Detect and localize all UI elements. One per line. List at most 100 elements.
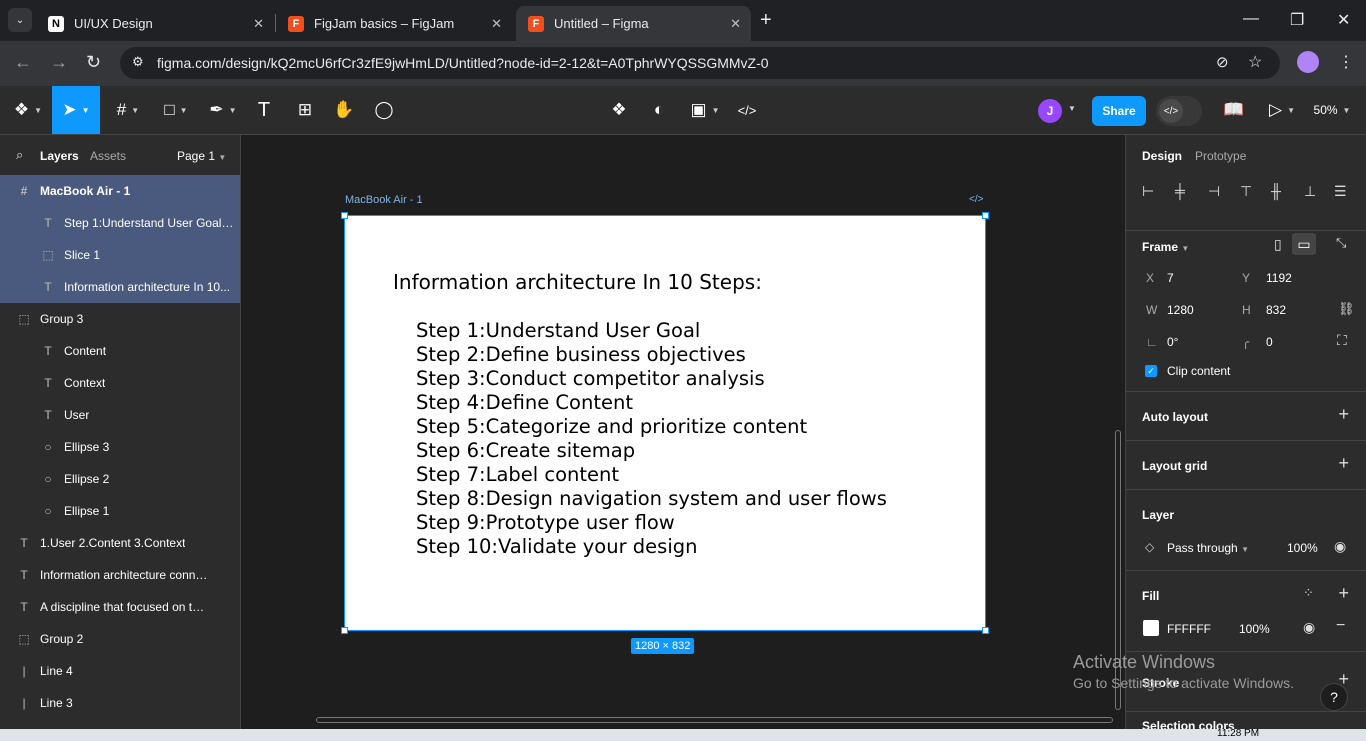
page-selector[interactable]: Page 1 ▼ <box>177 149 226 163</box>
step-text[interactable]: Step 6:Create sitemap <box>416 439 635 462</box>
distribute-icon[interactable]: ☰ <box>1334 183 1347 200</box>
frame-heading[interactable]: Information architecture In 10 Steps: <box>393 270 762 294</box>
code-icon[interactable]: </> <box>969 194 983 205</box>
step-text[interactable]: Step 2:Define business objectives <box>416 343 746 366</box>
align-top-icon[interactable]: ⊤ <box>1240 183 1252 200</box>
move-tool-button[interactable]: ➤ ▼ <box>52 86 100 134</box>
step-text[interactable]: Step 3:Conduct competitor analysis <box>416 367 765 390</box>
site-info-icon[interactable]: ⚙ <box>132 54 144 70</box>
layer-item[interactable]: ○ Ellipse 2 <box>0 463 240 495</box>
layer-item[interactable]: ⬚ Slice 1 <box>0 239 240 271</box>
back-icon[interactable]: ← <box>14 52 32 73</box>
add-fill-icon[interactable]: + <box>1338 583 1349 604</box>
align-middle-icon[interactable]: ╫ <box>1271 183 1281 199</box>
layer-item[interactable]: T Information architecture connects ... <box>0 559 240 591</box>
profile-avatar[interactable] <box>1297 51 1319 73</box>
radius-field[interactable]: 0 <box>1266 335 1273 349</box>
dev-mode-toggle[interactable]: </> <box>1156 96 1202 126</box>
x-field[interactable]: 7 <box>1167 271 1174 285</box>
eye-icon[interactable]: ◉ <box>1334 538 1346 555</box>
main-menu-button[interactable]: ❖ ▼ <box>8 86 48 134</box>
close-icon[interactable]: ✕ <box>730 16 741 32</box>
url-text[interactable]: figma.com/design/kQ2mcU6rfCr3zfE9jwHmLD/… <box>157 55 769 71</box>
width-field[interactable]: 1280 <box>1167 303 1194 317</box>
layer-item[interactable]: T A discipline that focused on the or... <box>0 591 240 623</box>
tab-assets[interactable]: Assets <box>90 149 126 163</box>
remove-fill-icon[interactable]: − <box>1336 617 1345 635</box>
constrain-proportions-icon[interactable]: ⛓ <box>1338 301 1355 317</box>
layer-item[interactable]: T Context <box>0 367 240 399</box>
resize-handle[interactable] <box>341 212 348 219</box>
browser-tab[interactable]: F FigJam basics – FigJam ✕ <box>276 6 512 41</box>
tab-layers[interactable]: Layers <box>40 149 79 163</box>
hand-tool-button[interactable]: ✋ <box>330 86 358 134</box>
horizontal-scrollbar[interactable] <box>316 717 1113 723</box>
align-right-icon[interactable]: ⊣ <box>1208 183 1220 200</box>
forward-icon[interactable]: → <box>50 52 68 73</box>
minimize-icon[interactable]: — <box>1243 10 1259 28</box>
resize-to-fit-icon[interactable]: ⤡ <box>1336 235 1346 251</box>
align-left-icon[interactable]: ⊢ <box>1142 183 1154 200</box>
frame-tool-button[interactable]: # ▼ <box>108 86 148 134</box>
y-field[interactable]: 1192 <box>1266 271 1292 285</box>
layer-item[interactable]: ○ Ellipse 3 <box>0 431 240 463</box>
reload-icon[interactable]: ↻ <box>86 52 101 73</box>
step-text[interactable]: Step 5:Categorize and prioritize content <box>416 415 807 438</box>
step-text[interactable]: Step 8:Design navigation system and user… <box>416 487 887 510</box>
text-tool-button[interactable]: T <box>250 86 278 134</box>
resize-handle[interactable] <box>341 627 348 634</box>
layer-item[interactable]: T Content <box>0 335 240 367</box>
new-tab-icon[interactable]: + <box>760 9 772 32</box>
landscape-icon[interactable]: ▭ <box>1292 233 1316 255</box>
zoom-menu[interactable]: 50% ▼ <box>1308 86 1356 134</box>
layer-item[interactable]: # MacBook Air - 1 <box>0 175 240 207</box>
mask-button[interactable]: ◐ <box>646 86 672 134</box>
layer-item[interactable]: ⬚ Group 3 <box>0 303 240 335</box>
tab-search-button[interactable]: ⌄ <box>8 8 32 32</box>
blend-mode-select[interactable]: Pass through ▼ <box>1167 541 1249 555</box>
resources-button[interactable]: ⊞ <box>290 86 320 134</box>
layer-item[interactable]: T User <box>0 399 240 431</box>
browser-tab-active[interactable]: F Untitled – Figma ✕ <box>516 6 751 41</box>
style-grid-icon[interactable]: ⁘ <box>1303 585 1314 601</box>
tab-design[interactable]: Design <box>1142 149 1182 163</box>
fill-hex-field[interactable]: FFFFFF <box>1167 622 1211 636</box>
layer-item[interactable]: T Information architecture In 10... <box>0 271 240 303</box>
step-text[interactable]: Step 4:Define Content <box>416 391 633 414</box>
layer-item[interactable]: | Line 3 <box>0 687 240 719</box>
layer-item[interactable]: T 1.User 2.Content 3.Context <box>0 527 240 559</box>
tab-prototype[interactable]: Prototype <box>1195 149 1246 163</box>
fill-color-swatch[interactable] <box>1143 620 1159 636</box>
resize-handle[interactable] <box>982 212 989 219</box>
user-avatar[interactable]: J <box>1038 99 1062 123</box>
layer-opacity-field[interactable]: 100% <box>1287 541 1318 555</box>
share-button[interactable]: Share <box>1092 96 1146 126</box>
add-layout-grid-icon[interactable]: + <box>1338 453 1349 474</box>
layer-item[interactable]: T Step 1:Understand User Goal ... <box>0 207 240 239</box>
align-bottom-icon[interactable]: ⊥ <box>1304 183 1316 200</box>
layer-item[interactable]: | Line 4 <box>0 655 240 687</box>
present-button[interactable]: ▷ ▼ <box>1264 86 1300 134</box>
close-icon[interactable]: ✕ <box>253 16 264 32</box>
height-field[interactable]: 832 <box>1266 303 1286 317</box>
search-icon[interactable]: ⌕ <box>16 147 23 163</box>
help-button[interactable]: ? <box>1320 683 1348 711</box>
browser-menu-icon[interactable]: ⋮ <box>1338 52 1354 72</box>
step-text[interactable]: Step 1:Understand User Goal <box>416 319 700 342</box>
dev-code-button[interactable]: </> <box>734 86 760 134</box>
close-icon[interactable]: ✕ <box>491 16 502 32</box>
rotation-field[interactable]: 0° <box>1167 335 1178 349</box>
layer-item[interactable]: ○ Ellipse 1 <box>0 495 240 527</box>
add-auto-layout-icon[interactable]: + <box>1338 404 1349 425</box>
canvas[interactable]: MacBook Air - 1 </> Information architec… <box>241 135 1125 741</box>
restore-icon[interactable]: ❐ <box>1290 10 1304 30</box>
align-center-icon[interactable]: ╪ <box>1175 183 1185 199</box>
fill-opacity-field[interactable]: 100% <box>1239 622 1270 636</box>
browser-tab[interactable]: N UI/UX Design ✕ <box>36 6 274 41</box>
boolean-button[interactable]: ▣ ▼ <box>686 86 724 134</box>
bookmark-star-icon[interactable]: ☆ <box>1248 52 1262 72</box>
shape-tool-button[interactable]: □ ▼ <box>156 86 196 134</box>
library-button[interactable]: 📖 <box>1220 86 1248 134</box>
portrait-icon[interactable]: ▯ <box>1274 236 1282 253</box>
close-window-icon[interactable]: ✕ <box>1337 10 1350 30</box>
